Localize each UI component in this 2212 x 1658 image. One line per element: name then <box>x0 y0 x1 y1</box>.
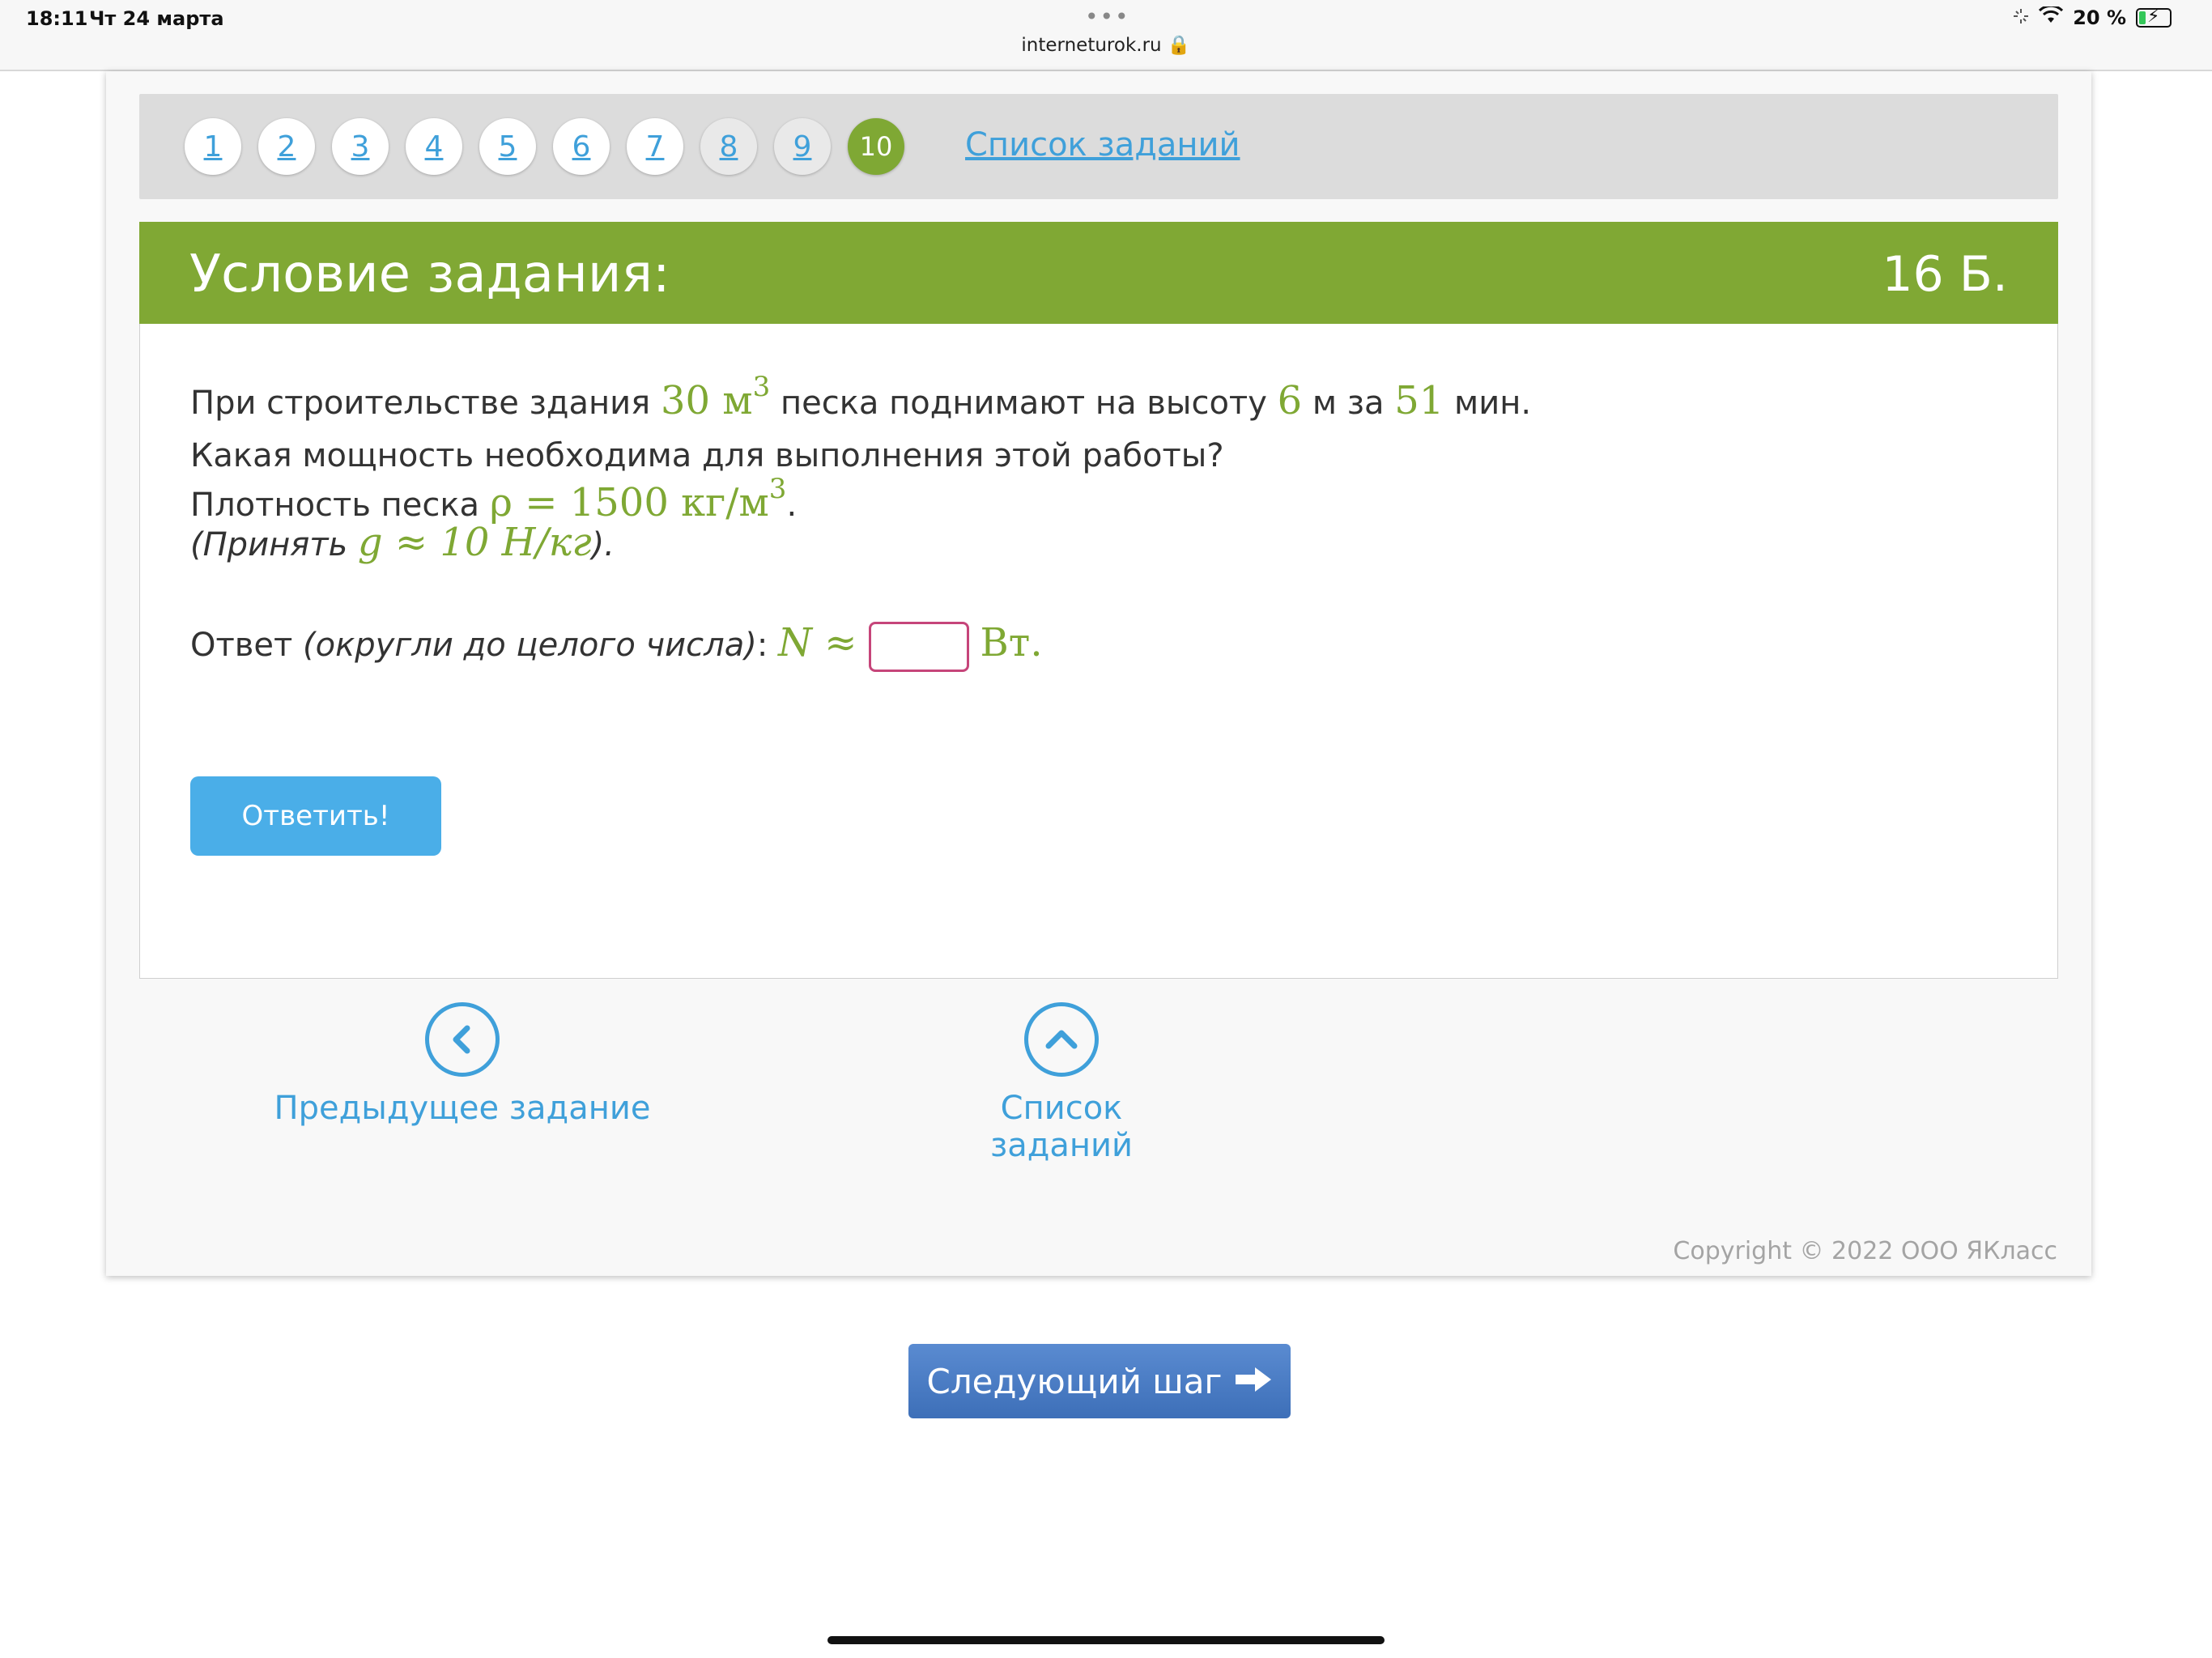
answer-hint: (округли до целого числа) <box>302 627 757 664</box>
condition-line-1: При строительстве здания 30 м3 песка под… <box>190 371 1531 423</box>
answer-label: Ответ <box>190 627 303 664</box>
math-power-symbol: N ≈ <box>778 620 857 665</box>
task-link-8[interactable]: 8 <box>700 118 757 175</box>
task-link-5[interactable]: 5 <box>479 118 536 175</box>
answer-unit: Вт. <box>980 620 1043 665</box>
condition-text: ). <box>591 526 615 563</box>
status-icons: 20 % ⚡ <box>2013 4 2172 29</box>
task-list-link[interactable]: Список заданий <box>965 126 1240 164</box>
task-body: При строительстве здания 30 м3 песка под… <box>139 324 2058 979</box>
task-link-4[interactable]: 4 <box>406 118 462 175</box>
math-time: 51 <box>1394 378 1444 423</box>
task-points: 16 Б. <box>1882 246 2008 303</box>
submit-answer-button[interactable]: Ответить! <box>190 776 441 856</box>
task-number-list: 1 2 3 4 5 6 7 8 9 10 <box>185 118 904 175</box>
task-link-3[interactable]: 3 <box>332 118 389 175</box>
wifi-icon <box>2039 4 2064 29</box>
next-step-button[interactable]: Следующий шаг <box>908 1344 1291 1418</box>
condition-text: песка поднимают на высоту <box>770 385 1278 422</box>
clock: 18:11 <box>26 7 88 30</box>
condition-text: Плотность песка <box>190 487 490 524</box>
condition-line-3: Плотность песка ρ = 1500 кг/м3. <box>190 473 797 525</box>
home-indicator[interactable] <box>827 1636 1385 1644</box>
date: Чт 24 марта <box>89 7 224 30</box>
math-volume: 30 м3 <box>660 371 771 423</box>
condition-line-2: Какая мощность необходима для выполнения… <box>190 437 1224 474</box>
task-navigation: 1 2 3 4 5 6 7 8 9 10 Список заданий <box>139 94 2058 199</box>
page-card: 1 2 3 4 5 6 7 8 9 10 Список заданий Усло… <box>106 71 2091 1276</box>
more-dots-icon[interactable]: ••• <box>1085 3 1130 30</box>
battery-icon: ⚡ <box>2136 6 2172 28</box>
status-bar: 18:11 Чт 24 марта ••• interneturok.ru 🔒 … <box>0 0 2212 71</box>
task-link-6[interactable]: 6 <box>553 118 610 175</box>
arrow-right-icon[interactable] <box>1234 1362 1273 1401</box>
copyright: Copyright © 2022 ООО ЯКласс <box>1673 1237 2057 1265</box>
task-link-2[interactable]: 2 <box>258 118 315 175</box>
task-link-10-active[interactable]: 10 <box>848 118 904 175</box>
math-density: ρ = 1500 кг/м3 <box>489 473 787 525</box>
address-bar[interactable]: interneturok.ru 🔒 <box>0 34 2212 56</box>
task-title: Условие задания: <box>189 244 670 304</box>
math-height: 6 <box>1277 378 1303 423</box>
task-link-1[interactable]: 1 <box>185 118 241 175</box>
condition-text: м за <box>1302 385 1395 422</box>
answer-row: Ответ (округли до целого числа): N ≈ Вт. <box>190 620 1043 672</box>
previous-task-label[interactable]: Предыдущее задание <box>266 1090 658 1127</box>
previous-task-link[interactable]: Предыдущее задание <box>266 1002 658 1127</box>
activity-icon <box>2013 6 2029 29</box>
condition-text: При строительстве здания <box>190 385 661 422</box>
task-list-bottom-label[interactable]: Список заданий <box>932 1090 1191 1164</box>
chevron-up-icon[interactable] <box>1024 1002 1099 1077</box>
condition-line-4: (Принять g ≈ 10 Н/кг). <box>190 520 615 565</box>
condition-text: . <box>786 487 798 524</box>
chevron-left-icon[interactable] <box>425 1002 500 1077</box>
condition-text: (Принять <box>190 526 358 563</box>
next-step-label[interactable]: Следующий шаг <box>927 1362 1223 1401</box>
task-link-7[interactable]: 7 <box>627 118 683 175</box>
task-link-9[interactable]: 9 <box>774 118 831 175</box>
task-list-bottom-link[interactable]: Список заданий <box>932 1002 1191 1164</box>
condition-text: мин. <box>1444 385 1532 422</box>
task-header: Условие задания: 16 Б. <box>139 222 2058 324</box>
answer-input[interactable] <box>868 622 969 672</box>
math-gravity: g ≈ 10 Н/кг <box>357 520 592 565</box>
battery-percent: 20 % <box>2073 6 2126 29</box>
